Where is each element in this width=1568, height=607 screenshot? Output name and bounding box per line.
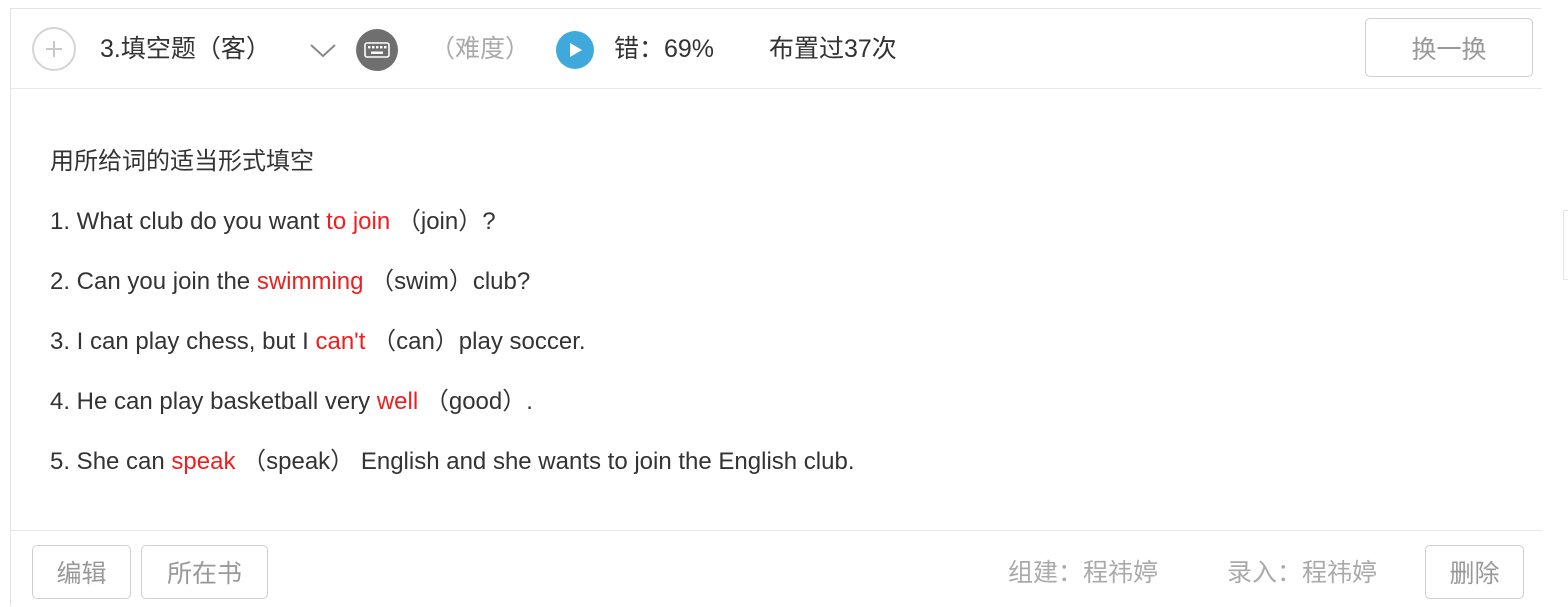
- question-text: 3. I can play chess, but I: [50, 328, 316, 355]
- question-text: 5. She can: [50, 448, 172, 475]
- answer-text: well: [376, 388, 419, 415]
- question-header: 3.填空题（客） （难度） 错：69% 布置过37次 换一换: [11, 9, 1542, 89]
- question-item-4: 4. He can play basketball very well （goo…: [50, 386, 533, 418]
- entry-info: 录入：程祎婷: [1227, 559, 1378, 587]
- answer-text: can't: [315, 328, 366, 355]
- question-item-3: 3. I can play chess, but I can't （can）pl…: [50, 326, 586, 358]
- question-card: 3.填空题（客） （难度） 错：69% 布置过37次 换一换 用所给词的适当形式…: [10, 8, 1542, 607]
- question-instruction: 用所给词的适当形式填空: [50, 148, 314, 175]
- answer-text: speak: [171, 448, 236, 475]
- add-question-button[interactable]: [32, 27, 76, 71]
- difficulty-label: （难度）: [430, 35, 531, 63]
- answer-text: to join: [326, 208, 391, 235]
- question-text: （speak） English and she wants to join th…: [242, 448, 855, 475]
- chevron-down-icon[interactable]: [308, 39, 338, 61]
- question-item-5: 5. She can speak （speak） English and she…: [50, 446, 855, 478]
- question-text: （good）.: [424, 388, 533, 415]
- plus-icon: [46, 41, 62, 57]
- question-text: （join）?: [396, 208, 496, 235]
- answer-text: swimming: [256, 268, 364, 295]
- book-button[interactable]: 所在书: [141, 545, 268, 599]
- question-body: 用所给词的适当形式填空 1. What club do you want to …: [11, 90, 1542, 530]
- question-footer: 编辑 所在书 组建：程祎婷 录入：程祎婷 删除: [11, 530, 1542, 607]
- error-rate-stat: 错：69%: [614, 35, 715, 63]
- question-item-1: 1. What club do you want to join （join）?: [50, 206, 496, 238]
- play-icon[interactable]: [556, 31, 594, 69]
- question-text: 1. What club do you want: [50, 208, 327, 235]
- delete-button[interactable]: 删除: [1425, 545, 1524, 599]
- keyboard-icon: [356, 29, 398, 71]
- question-text: （swim）club?: [370, 268, 531, 295]
- question-type-title: 3.填空题（客）: [100, 35, 271, 63]
- question-text: （can）play soccer.: [372, 328, 586, 355]
- edit-button[interactable]: 编辑: [32, 545, 131, 599]
- builder-info: 组建：程祎婷: [1008, 559, 1159, 587]
- swap-button[interactable]: 换一换: [1365, 18, 1533, 77]
- question-item-2: 2. Can you join the swimming （swim）club?: [50, 266, 530, 298]
- question-text: 4. He can play basketball very: [50, 388, 377, 415]
- assigned-count-stat: 布置过37次: [769, 35, 897, 63]
- question-text: 2. Can you join the: [50, 268, 257, 295]
- side-panel-edge: [1563, 210, 1568, 280]
